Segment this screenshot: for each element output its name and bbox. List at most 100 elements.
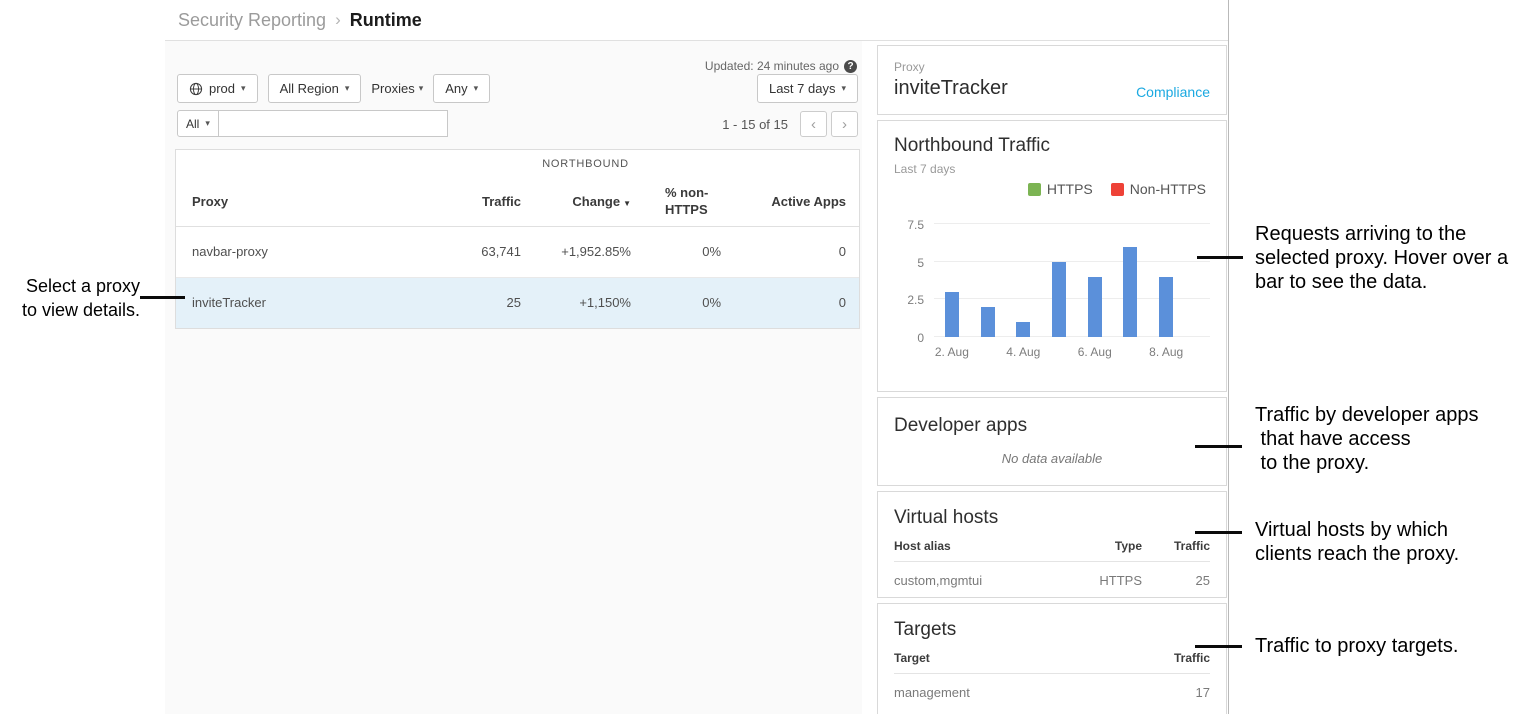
- annotation-targets: Traffic to proxy targets.: [1255, 634, 1458, 658]
- main-panel: Updated: 24 minutes ago ? prod ▾ All Reg…: [165, 41, 862, 714]
- chevron-down-icon: ▾: [841, 83, 846, 94]
- table-row[interactable]: navbar-proxy 63,741 +1,952.85% 0% 0: [176, 226, 859, 277]
- traffic-bar[interactable]: [1052, 262, 1066, 337]
- targets-title: Targets: [894, 619, 1210, 641]
- annotation-divider: [1228, 0, 1229, 714]
- annotation-line: selected proxy. Hover over a: [1255, 246, 1508, 270]
- cell-proxy-name[interactable]: inviteTracker: [176, 277, 432, 328]
- annotation-chart: Requests arriving to the selected proxy.…: [1255, 222, 1508, 294]
- annotation-virtual-hosts: Virtual hosts by which clients reach the…: [1255, 518, 1459, 566]
- annotation-line: Select a proxy: [0, 274, 140, 298]
- callout-line: [1197, 256, 1243, 259]
- column-header-proxy[interactable]: Proxy: [176, 178, 432, 226]
- chart-plot-area: [934, 224, 1210, 337]
- bar-slot: [1148, 224, 1184, 337]
- column-header-change-label: Change: [572, 194, 620, 209]
- proxy-search-input[interactable]: [218, 110, 448, 137]
- table-group-header-row: NORTHBOUND: [176, 150, 859, 178]
- callout-line: [1195, 445, 1242, 448]
- target-row[interactable]: management 17: [894, 674, 1210, 700]
- callout-line: [1195, 531, 1242, 534]
- traffic-bar[interactable]: [945, 292, 959, 337]
- y-axis: 02.557.5: [894, 224, 934, 337]
- annotation-developer-apps: Traffic by developer apps that have acce…: [1255, 403, 1478, 475]
- proxy-detail-panel: Proxy inviteTracker Compliance Northboun…: [877, 45, 1227, 714]
- legend-item-non-https[interactable]: Non-HTTPS: [1111, 181, 1206, 197]
- column-header-non-https-label: % non-HTTPS: [665, 185, 721, 219]
- breadcrumb-parent[interactable]: Security Reporting: [178, 10, 326, 31]
- sort-desc-icon: ▼: [623, 199, 631, 208]
- environment-dropdown[interactable]: prod ▾: [177, 74, 258, 103]
- traffic-bar[interactable]: [1016, 322, 1030, 337]
- chevron-left-icon: ‹: [811, 116, 816, 133]
- cell-non-https: 0%: [633, 226, 739, 277]
- traffic-bar[interactable]: [1088, 277, 1102, 337]
- legend-label-non-https: Non-HTTPS: [1130, 181, 1206, 197]
- column-header-traffic: Traffic: [1142, 539, 1210, 553]
- cell-traffic: 63,741: [432, 226, 523, 277]
- column-header-active-apps[interactable]: Active Apps: [739, 178, 859, 226]
- column-header-traffic[interactable]: Traffic: [432, 178, 523, 226]
- y-axis-tick-label: 0: [917, 331, 924, 345]
- chart-legend: HTTPS Non-HTTPS: [894, 181, 1210, 197]
- northbound-group-header: NORTHBOUND: [432, 150, 739, 178]
- targets-header-row: Target Traffic: [894, 651, 1210, 674]
- proxy-label: Proxy: [894, 60, 1210, 74]
- y-axis-tick-label: 2.5: [907, 293, 924, 307]
- legend-label-https: HTTPS: [1047, 181, 1093, 197]
- northbound-traffic-card: Northbound Traffic Last 7 days HTTPS Non…: [877, 120, 1227, 392]
- chart-subtitle: Last 7 days: [894, 162, 1210, 176]
- region-dropdown-label: All Region: [280, 81, 339, 96]
- column-header-non-https[interactable]: % non-HTTPS: [633, 178, 739, 226]
- chart-title: Northbound Traffic: [894, 135, 1210, 157]
- y-axis-tick-label: 5: [917, 256, 924, 270]
- virtual-hosts-card: Virtual hosts Host alias Type Traffic cu…: [877, 491, 1227, 598]
- chevron-down-icon: ▾: [345, 83, 350, 94]
- cell-proxy-name[interactable]: navbar-proxy: [176, 226, 432, 277]
- proxies-dropdown[interactable]: Proxies ▾: [371, 81, 423, 96]
- non-https-swatch-icon: [1111, 183, 1124, 196]
- globe-icon: [189, 82, 203, 96]
- callout-line: [1195, 645, 1242, 648]
- search-scope-dropdown[interactable]: All ▾: [177, 110, 219, 137]
- annotation-line: that have access: [1255, 427, 1478, 451]
- bar-slot: [1113, 224, 1149, 337]
- annotation-line: Traffic to proxy targets.: [1255, 634, 1458, 658]
- table-header-row: Proxy Traffic Change▼ % non-HTTPS Active…: [176, 178, 859, 226]
- column-header-host-alias: Host alias: [894, 539, 1072, 553]
- targets-card: Targets Target Traffic management 17: [877, 603, 1227, 714]
- help-icon[interactable]: ?: [844, 60, 857, 73]
- column-header-traffic: Traffic: [1142, 651, 1210, 665]
- chevron-down-icon: ▾: [205, 118, 210, 129]
- chevron-down-icon: ▾: [419, 83, 424, 94]
- any-dropdown[interactable]: Any ▾: [433, 74, 490, 103]
- traffic-bar[interactable]: [981, 307, 995, 337]
- cell-change: +1,952.85%: [523, 226, 633, 277]
- column-header-change[interactable]: Change▼: [523, 178, 633, 226]
- search-scope-label: All: [186, 117, 199, 131]
- virtual-hosts-header-row: Host alias Type Traffic: [894, 539, 1210, 562]
- bar-slot: [934, 224, 970, 337]
- prev-page-button[interactable]: ‹: [800, 111, 827, 137]
- x-axis-tick-label: 8. Aug: [1148, 337, 1184, 359]
- region-dropdown[interactable]: All Region ▾: [268, 74, 362, 103]
- cell-target: management: [894, 685, 1142, 700]
- traffic-bar[interactable]: [1123, 247, 1137, 337]
- table-row-selected[interactable]: inviteTracker 25 +1,150% 0% 0: [176, 277, 859, 328]
- breadcrumb-separator-icon: ›: [335, 10, 341, 30]
- x-axis-tick-label: 2. Aug: [934, 337, 970, 359]
- cell-change: +1,150%: [523, 277, 633, 328]
- annotation-line: to the proxy.: [1255, 451, 1478, 475]
- next-page-button[interactable]: ›: [831, 111, 858, 137]
- cell-traffic: 25: [432, 277, 523, 328]
- date-range-dropdown[interactable]: Last 7 days ▾: [757, 74, 858, 103]
- traffic-bar[interactable]: [1159, 277, 1173, 337]
- any-dropdown-label: Any: [445, 81, 467, 96]
- virtual-host-row[interactable]: custom,mgmtui HTTPS 25: [894, 562, 1210, 588]
- x-axis-tick-label: [970, 337, 1006, 359]
- proxy-table: NORTHBOUND Proxy Traffic Change▼ % non-H…: [175, 149, 860, 329]
- compliance-link[interactable]: Compliance: [1136, 84, 1210, 100]
- cell-active-apps: 0: [739, 226, 859, 277]
- page-title: Runtime: [350, 10, 422, 31]
- legend-item-https[interactable]: HTTPS: [1028, 181, 1093, 197]
